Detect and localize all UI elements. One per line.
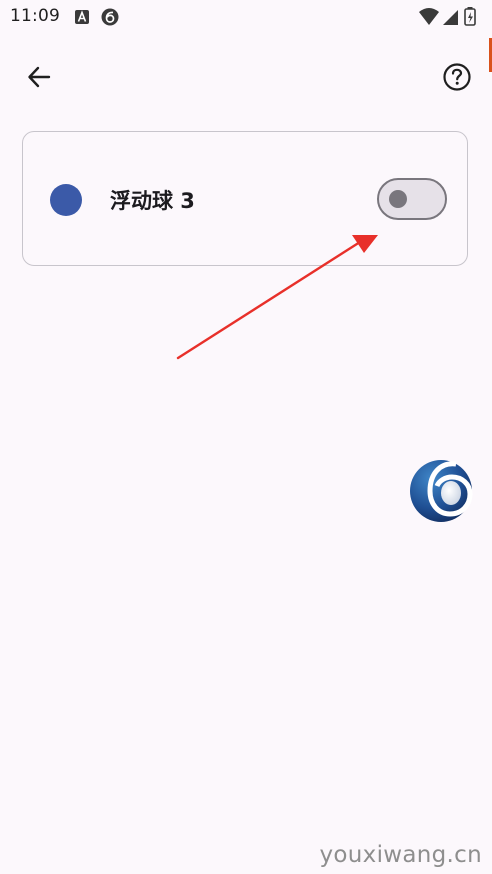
floating-ball[interactable] [410, 458, 474, 524]
wifi-icon [419, 8, 439, 25]
status-icons-right [418, 7, 484, 31]
annotation-arrow-icon [176, 235, 378, 360]
app-badge-6-icon [101, 8, 119, 26]
watermark: youxiwang.cn [319, 842, 482, 868]
enable-toggle[interactable] [377, 178, 447, 220]
status-bar: 11:09 [0, 0, 492, 34]
help-circle-icon [443, 63, 471, 91]
status-time: 11:09 [10, 6, 60, 26]
back-button[interactable] [22, 60, 56, 94]
battery-charging-icon [464, 7, 476, 26]
help-button[interactable] [440, 60, 474, 94]
cellular-signal-icon [443, 10, 458, 25]
card-title: 浮动球 3 [110, 189, 195, 213]
status-icons-left [74, 8, 124, 32]
top-app-bar [0, 52, 492, 102]
arrow-back-icon [28, 66, 51, 88]
ball-color-dot [50, 184, 82, 216]
keyboard-a-icon [75, 10, 89, 24]
toggle-knob [389, 190, 407, 208]
floating-ball-6-icon [410, 460, 473, 522]
